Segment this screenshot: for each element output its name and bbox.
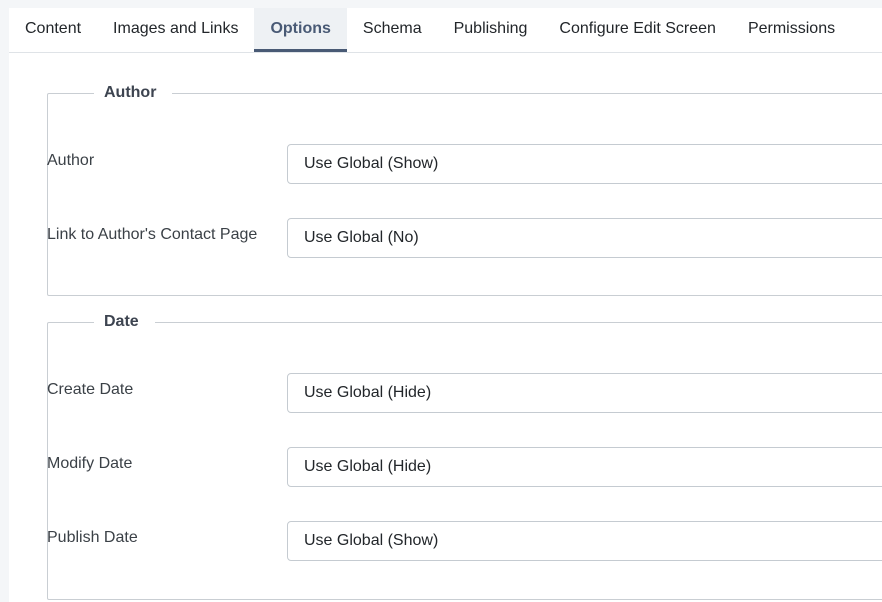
tab-schema[interactable]: Schema bbox=[347, 8, 438, 52]
publish-date-select[interactable]: Use Global (Show) bbox=[287, 521, 882, 561]
author-label: Author bbox=[47, 152, 95, 169]
author-select[interactable]: Use Global (Show) bbox=[287, 144, 882, 184]
publish-date-row: Publish Date Use Global (Show) bbox=[47, 521, 882, 570]
modify-date-select[interactable]: Use Global (Hide) bbox=[287, 447, 882, 487]
author-contact-label: Link to Author's Contact Page bbox=[47, 226, 258, 243]
tab-content[interactable]: Content bbox=[9, 8, 97, 52]
date-legend: Date bbox=[104, 313, 139, 330]
tab-publishing[interactable]: Publishing bbox=[438, 8, 544, 52]
tab-configure-edit-screen[interactable]: Configure Edit Screen bbox=[543, 8, 732, 52]
tab-permissions[interactable]: Permissions bbox=[732, 8, 851, 52]
author-row: Author Use Global (Show) bbox=[47, 144, 882, 193]
author-contact-select[interactable]: Use Global (No) bbox=[287, 218, 882, 258]
tab-options[interactable]: Options bbox=[254, 8, 347, 52]
options-panel: Content Images and Links Options Schema … bbox=[9, 8, 882, 602]
author-legend: Author bbox=[104, 84, 157, 101]
create-date-label: Create Date bbox=[47, 381, 134, 398]
publish-date-label: Publish Date bbox=[47, 529, 138, 546]
tab-images-and-links[interactable]: Images and Links bbox=[97, 8, 254, 52]
create-date-row: Create Date Use Global (Hide) bbox=[47, 373, 882, 422]
modify-date-label: Modify Date bbox=[47, 455, 133, 472]
author-contact-row: Link to Author's Contact Page Use Global… bbox=[47, 218, 882, 267]
tab-bar: Content Images and Links Options Schema … bbox=[9, 8, 882, 53]
create-date-select[interactable]: Use Global (Hide) bbox=[287, 373, 882, 413]
modify-date-row: Modify Date Use Global (Hide) bbox=[47, 447, 882, 496]
